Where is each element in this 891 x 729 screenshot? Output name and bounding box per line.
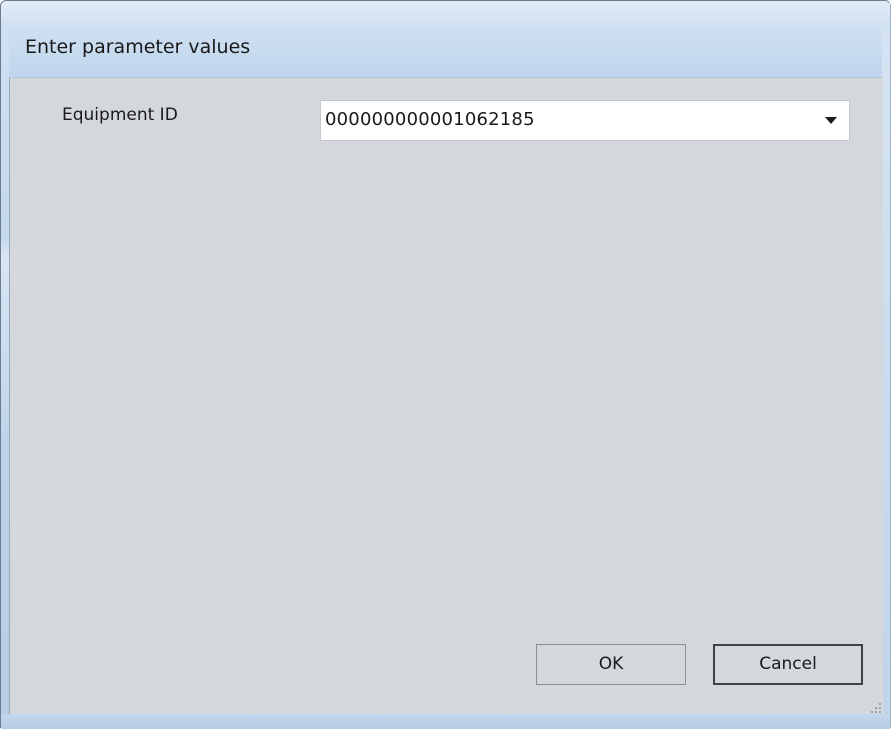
title-bar[interactable]: Enter parameter values	[1, 1, 890, 77]
parameter-dialog: Enter parameter values Equipment ID 0000…	[0, 0, 891, 729]
chevron-down-icon[interactable]	[825, 117, 837, 124]
ok-button[interactable]: OK	[536, 644, 686, 685]
dialog-title: Enter parameter values	[25, 36, 251, 58]
equipment-id-label: Equipment ID	[62, 105, 178, 125]
window-frame-bottom	[1, 714, 890, 729]
dialog-content: Equipment ID 000000000001062185 OK Cance…	[9, 77, 883, 715]
cancel-button[interactable]: Cancel	[713, 644, 863, 685]
window-frame-left	[1, 30, 9, 729]
equipment-id-dropdown[interactable]: 000000000001062185	[320, 100, 850, 141]
equipment-id-value: 000000000001062185	[325, 109, 535, 130]
window-frame-right	[882, 30, 890, 729]
resize-grip-icon[interactable]	[869, 701, 881, 713]
